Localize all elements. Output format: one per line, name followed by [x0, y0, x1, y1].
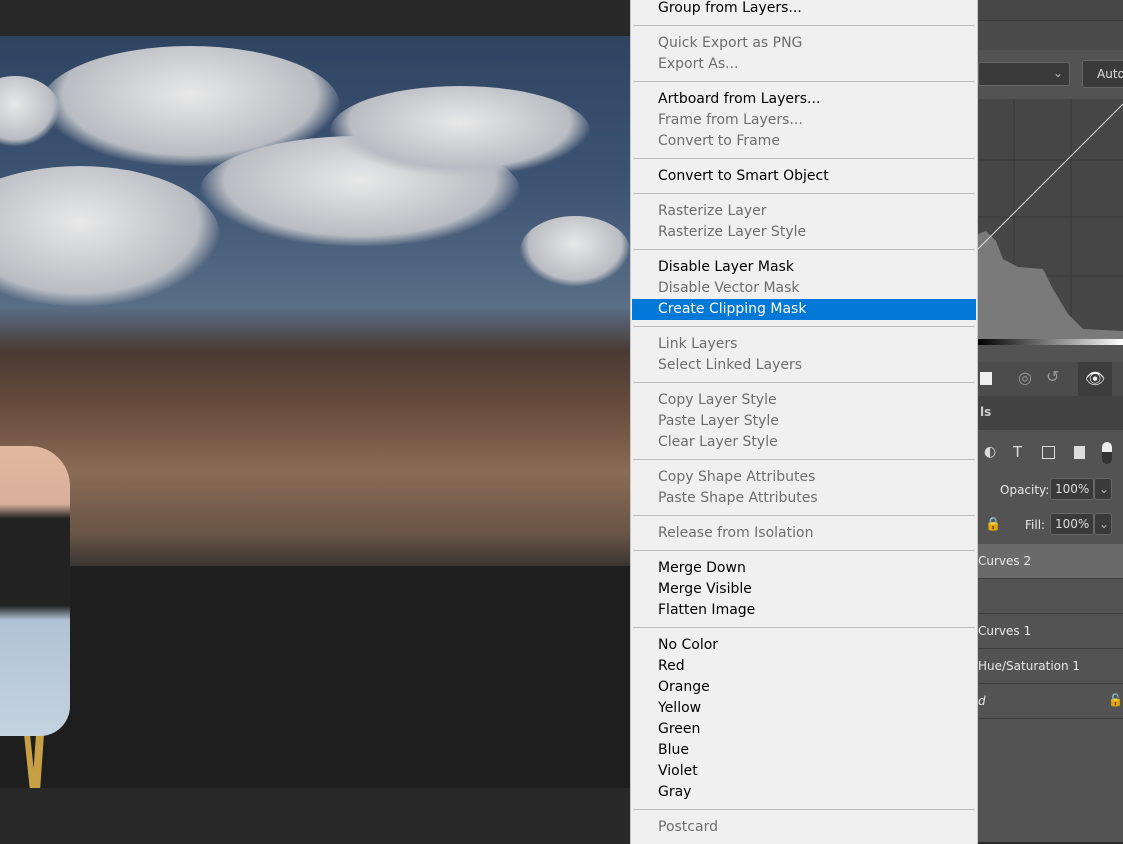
menu-separator	[631, 803, 977, 817]
opacity-dropdown[interactable]: ⌄	[1094, 478, 1112, 500]
menu-item-gray[interactable]: Gray	[632, 782, 976, 803]
menu-item-rasterize-layer[interactable]: Rasterize Layer	[632, 201, 976, 222]
menu-item-green[interactable]: Green	[632, 719, 976, 740]
menu-item-violet[interactable]: Violet	[632, 761, 976, 782]
menu-item-paste-shape-attributes[interactable]: Paste Shape Attributes	[632, 488, 976, 509]
layer-context-menu: Group from Layers... Quick Export as PNG E…	[630, 0, 978, 844]
menu-item-create-clipping-mask[interactable]: Create Clipping Mask	[632, 299, 976, 320]
filter-toggle[interactable]	[1102, 442, 1112, 464]
menu-item-postcard[interactable]: Postcard	[632, 817, 976, 838]
menu-item-flatten-image[interactable]: Flatten Image	[632, 600, 976, 621]
layer-row[interactable]: Curves 1	[978, 614, 1123, 649]
document-canvas[interactable]	[0, 36, 630, 788]
road	[0, 566, 630, 788]
menu-item-red[interactable]: Red	[632, 656, 976, 677]
layer-name: Hue/Saturation 1	[978, 659, 1081, 673]
menu-item-artboard-from-layers[interactable]: Artboard from Layers...	[632, 89, 976, 110]
menu-item-convert-to-smart-object[interactable]: Convert to Smart Object	[632, 166, 976, 187]
type-filter-icon[interactable]: T	[1013, 443, 1022, 461]
chevron-down-icon: ⌄	[1052, 66, 1063, 80]
layers-tab[interactable]: ls	[980, 405, 991, 419]
smart-object-filter-icon[interactable]	[1074, 446, 1085, 459]
menu-item-clear-layer-style[interactable]: Clear Layer Style	[632, 432, 976, 453]
layer-row[interactable]: d 🔓	[978, 684, 1123, 719]
menu-item-no-color[interactable]: No Color	[632, 635, 976, 656]
menu-item-orange[interactable]: Orange	[632, 677, 976, 698]
menu-item-link-layers[interactable]: Link Layers	[632, 334, 976, 355]
right-panel: ⌄ Auto ◎ ↺ 👁 ls ◐ T Opacity: 100% ⌄ 🔒 Fi…	[978, 0, 1123, 842]
layer-name: Curves 1	[978, 624, 1032, 638]
menu-separator	[631, 19, 977, 33]
menu-item-release-from-isolation[interactable]: Release from Isolation	[632, 523, 976, 544]
menu-item-rasterize-layer-style[interactable]: Rasterize Layer Style	[632, 222, 976, 243]
opacity-input[interactable]: 100%	[1050, 478, 1094, 500]
layer-name: d	[978, 694, 986, 708]
menu-separator	[631, 152, 977, 166]
layer-row[interactable]: Hue/Saturation 1	[978, 649, 1123, 684]
auto-button[interactable]: Auto	[1082, 60, 1123, 88]
menu-item-export-as[interactable]: Export As...	[632, 54, 976, 75]
shape-filter-icon[interactable]	[1042, 446, 1055, 459]
menu-separator	[631, 453, 977, 467]
menu-item-frame-from-layers[interactable]: Frame from Layers...	[632, 110, 976, 131]
menu-separator	[631, 243, 977, 257]
layer-row[interactable]: Curves 2	[978, 544, 1123, 579]
menu-item-convert-to-frame[interactable]: Convert to Frame	[632, 131, 976, 152]
menu-item-blue[interactable]: Blue	[632, 740, 976, 761]
person-cutout	[0, 446, 70, 736]
menu-item-merge-down[interactable]: Merge Down	[632, 558, 976, 579]
menu-separator	[631, 75, 977, 89]
menu-item-select-linked-layers[interactable]: Select Linked Layers	[632, 355, 976, 376]
fill-input[interactable]: 100%	[1050, 513, 1094, 535]
curves-graph[interactable]	[978, 99, 1123, 339]
layer-name: Curves 2	[978, 554, 1032, 568]
fill-dropdown[interactable]: ⌄	[1094, 513, 1112, 535]
menu-separator	[631, 621, 977, 635]
preset-dropdown[interactable]: ⌄	[978, 62, 1070, 86]
layer-lock-icon[interactable]: 🔓	[1108, 693, 1123, 707]
menu-separator	[631, 509, 977, 523]
menu-separator	[631, 544, 977, 558]
opacity-label: Opacity:	[1000, 483, 1050, 497]
reset-icon[interactable]: ↺	[1046, 367, 1059, 386]
menu-item-quick-export-as-png[interactable]: Quick Export as PNG	[632, 33, 976, 54]
menu-item-copy-layer-style[interactable]: Copy Layer Style	[632, 390, 976, 411]
menu-item-merge-visible[interactable]: Merge Visible	[632, 579, 976, 600]
layer-row[interactable]	[978, 579, 1123, 614]
menu-separator	[631, 187, 977, 201]
menu-item-group-from-layers[interactable]: Group from Layers...	[632, 0, 976, 19]
fill-label: Fill:	[1025, 518, 1046, 532]
menu-item-copy-shape-attributes[interactable]: Copy Shape Attributes	[632, 467, 976, 488]
menu-separator	[631, 320, 977, 334]
menu-separator	[631, 376, 977, 390]
clip-to-layer-icon[interactable]	[980, 372, 992, 385]
view-previous-state-icon[interactable]: ◎	[1018, 368, 1032, 387]
adjustment-filter-icon[interactable]: ◐	[984, 444, 996, 460]
menu-item-yellow[interactable]: Yellow	[632, 698, 976, 719]
menu-item-disable-vector-mask[interactable]: Disable Vector Mask	[632, 278, 976, 299]
menu-item-disable-layer-mask[interactable]: Disable Layer Mask	[632, 257, 976, 278]
menu-item-paste-layer-style[interactable]: Paste Layer Style	[632, 411, 976, 432]
visibility-eye-icon[interactable]: 👁	[1078, 362, 1112, 396]
lock-icon[interactable]: 🔒	[985, 517, 1001, 532]
